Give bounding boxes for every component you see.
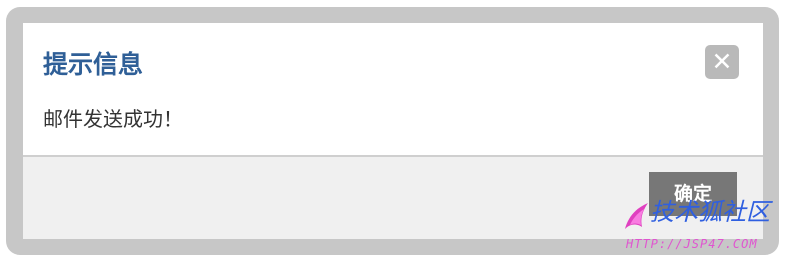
dialog-title: 提示信息 — [43, 50, 144, 79]
dialog-message: 邮件发送成功！ — [43, 107, 183, 131]
site-watermark: 技术狐社区 HTTP://JSP47.COM — [620, 195, 782, 259]
watermark-title: 技术狐社区 — [650, 198, 770, 226]
close-icon: ✕ — [711, 47, 733, 76]
close-button[interactable]: ✕ — [705, 45, 739, 79]
dialog-header: 提示信息 ✕ — [23, 23, 763, 103]
watermark-url: HTTP://JSP47.COM — [626, 237, 758, 251]
